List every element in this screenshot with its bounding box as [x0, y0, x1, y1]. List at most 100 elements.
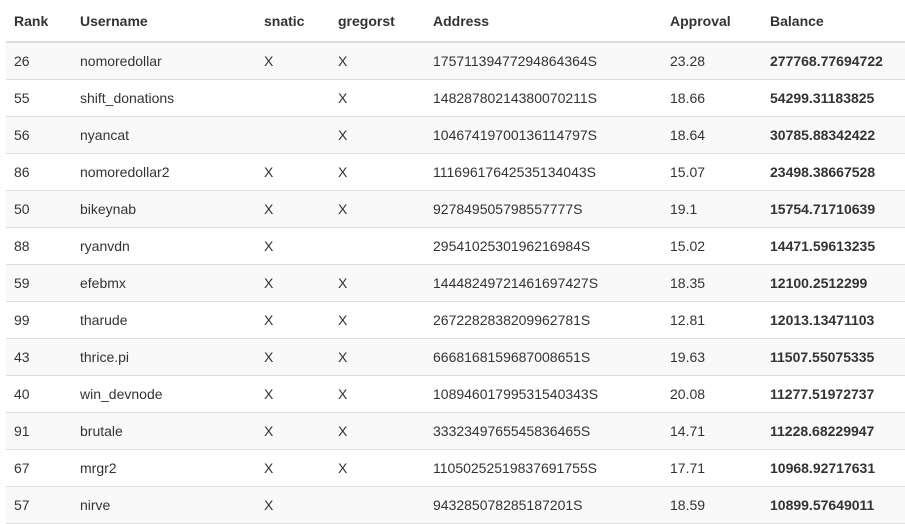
- table-row: 67 mrgr2 X X 11050252519837691755S 17.71 10968…: [6, 449, 905, 487]
- cell-rank: 99: [6, 301, 72, 339]
- cell-address: 10894601799531540343S: [425, 375, 662, 413]
- cell-balance: 10899.57649011: [762, 486, 905, 524]
- cell-balance: 277768.77694722: [762, 42, 905, 80]
- table-row: 40 win_devnode X X 10894601799531540343S 20.0…: [6, 375, 905, 413]
- cell-gregorst-vote: X: [330, 301, 425, 339]
- cell-rank: 67: [6, 449, 72, 487]
- cell-rank: 57: [6, 486, 72, 524]
- cell-address: 2672282838209962781S: [425, 301, 662, 339]
- header-snatic[interactable]: snatic: [256, 0, 330, 43]
- header-row: Rank Username snatic gregorst Address Ap…: [6, 0, 905, 43]
- cell-approval: 17.71: [662, 449, 762, 487]
- header-balance[interactable]: Balance: [762, 0, 905, 43]
- cell-username: efebmx: [72, 264, 256, 302]
- cell-rank: 50: [6, 190, 72, 228]
- cell-rank: 43: [6, 338, 72, 376]
- cell-gregorst-vote: X: [330, 42, 425, 80]
- cell-snatic-vote: X: [256, 486, 330, 524]
- table-row: 56 nyancat X 10467419700136114797S 18.64 3078…: [6, 116, 905, 154]
- cell-approval: 12.81: [662, 301, 762, 339]
- cell-username: nomoredollar: [72, 42, 256, 80]
- cell-username: thrice.pi: [72, 338, 256, 376]
- cell-gregorst-vote: X: [330, 79, 425, 117]
- cell-balance: 10968.92717631: [762, 449, 905, 487]
- cell-username: bikeynab: [72, 190, 256, 228]
- cell-snatic-vote: X: [256, 153, 330, 191]
- cell-rank: 88: [6, 227, 72, 265]
- cell-username: mrgr2: [72, 449, 256, 487]
- header-address[interactable]: Address: [425, 0, 662, 43]
- cell-address: 2954102530196216984S: [425, 227, 662, 265]
- cell-rank: 40: [6, 375, 72, 413]
- cell-gregorst-vote: X: [330, 449, 425, 487]
- table-row: 43 thrice.pi X X 6668168159687008651S 19.63 11…: [6, 338, 905, 376]
- cell-approval: 14.71: [662, 412, 762, 450]
- header-username[interactable]: Username: [72, 0, 256, 43]
- header-gregorst[interactable]: gregorst: [330, 0, 425, 43]
- cell-balance: 30785.88342422: [762, 116, 905, 154]
- cell-approval: 18.66: [662, 79, 762, 117]
- cell-snatic-vote: X: [256, 190, 330, 228]
- cell-address: 14828780214380070211S: [425, 79, 662, 117]
- cell-gregorst-vote: [330, 486, 425, 524]
- table-row: 99 tharude X X 2672282838209962781S 12.81 1201…: [6, 301, 905, 339]
- cell-rank: 55: [6, 79, 72, 117]
- cell-balance: 12013.13471103: [762, 301, 905, 339]
- cell-address: 6668168159687008651S: [425, 338, 662, 376]
- cell-address: 17571139477294864364S: [425, 42, 662, 80]
- table-row: 57 nirve X 943285078285187201S 18.59 10899.57…: [6, 486, 905, 524]
- cell-balance: 15754.71710639: [762, 190, 905, 228]
- table-row: 50 bikeynab X X 927849505798557777S 19.1 15754…: [6, 190, 905, 228]
- cell-snatic-vote: X: [256, 338, 330, 376]
- delegates-table-container: Rank Username snatic gregorst Address Ap…: [0, 0, 905, 524]
- cell-balance: 11277.51972737: [762, 375, 905, 413]
- cell-gregorst-vote: X: [330, 190, 425, 228]
- cell-snatic-vote: X: [256, 227, 330, 265]
- cell-approval: 15.07: [662, 153, 762, 191]
- header-rank[interactable]: Rank: [6, 0, 72, 43]
- cell-balance: 54299.31183825: [762, 79, 905, 117]
- cell-username: nirve: [72, 486, 256, 524]
- cell-snatic-vote: X: [256, 375, 330, 413]
- cell-rank: 91: [6, 412, 72, 450]
- cell-address: 927849505798557777S: [425, 190, 662, 228]
- cell-approval: 20.08: [662, 375, 762, 413]
- delegates-table: Rank Username snatic gregorst Address Ap…: [6, 0, 905, 524]
- table-row: 88 ryanvdn X 2954102530196216984S 15.02 14471…: [6, 227, 905, 265]
- cell-address: 943285078285187201S: [425, 486, 662, 524]
- cell-rank: 86: [6, 153, 72, 191]
- cell-address: 10467419700136114797S: [425, 116, 662, 154]
- table-row: 86 nomoredollar2 X X 11169617642535134043S 15…: [6, 153, 905, 191]
- cell-snatic-vote: X: [256, 412, 330, 450]
- cell-gregorst-vote: X: [330, 375, 425, 413]
- table-header: Rank Username snatic gregorst Address Ap…: [6, 0, 905, 43]
- cell-gregorst-vote: [330, 227, 425, 265]
- cell-address: 11169617642535134043S: [425, 153, 662, 191]
- cell-rank: 56: [6, 116, 72, 154]
- cell-snatic-vote: [256, 116, 330, 154]
- cell-snatic-vote: [256, 79, 330, 117]
- cell-username: nyancat: [72, 116, 256, 154]
- cell-address: 14448249721461697427S: [425, 264, 662, 302]
- cell-snatic-vote: X: [256, 264, 330, 302]
- cell-gregorst-vote: X: [330, 153, 425, 191]
- cell-address: 3332349765545836465S: [425, 412, 662, 450]
- cell-balance: 23498.38667528: [762, 153, 905, 191]
- cell-snatic-vote: X: [256, 301, 330, 339]
- cell-approval: 18.35: [662, 264, 762, 302]
- table-row: 26 nomoredollar X X 17571139477294864364S 23.…: [6, 42, 905, 80]
- cell-snatic-vote: X: [256, 42, 330, 80]
- cell-username: win_devnode: [72, 375, 256, 413]
- cell-gregorst-vote: X: [330, 264, 425, 302]
- cell-balance: 12100.2512299: [762, 264, 905, 302]
- cell-approval: 15.02: [662, 227, 762, 265]
- cell-username: ryanvdn: [72, 227, 256, 265]
- table-body: 26 nomoredollar X X 17571139477294864364S 23.…: [6, 42, 905, 524]
- cell-approval: 19.1: [662, 190, 762, 228]
- cell-balance: 11507.55075335: [762, 338, 905, 376]
- cell-rank: 26: [6, 42, 72, 80]
- cell-balance: 14471.59613235: [762, 227, 905, 265]
- cell-snatic-vote: X: [256, 449, 330, 487]
- cell-username: nomoredollar2: [72, 153, 256, 191]
- header-approval[interactable]: Approval: [662, 0, 762, 43]
